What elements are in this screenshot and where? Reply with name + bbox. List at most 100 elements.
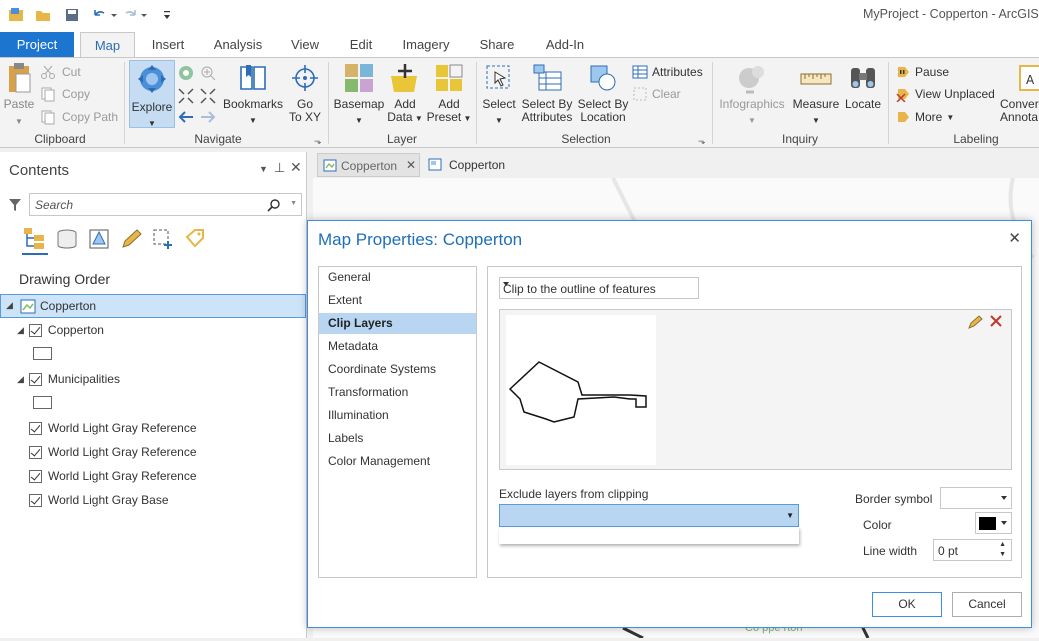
explore-button[interactable]: Explore ▼ <box>129 60 175 128</box>
search-input[interactable]: Search ▼ <box>29 193 302 216</box>
color-picker[interactable] <box>975 512 1012 534</box>
visibility-checkbox[interactable] <box>28 372 42 386</box>
decrement-icon[interactable]: ▼ <box>999 551 1006 558</box>
attributes-button[interactable]: Attributes <box>632 64 703 80</box>
measure-button[interactable]: Measure ▼ <box>790 62 842 127</box>
tab-imagery[interactable]: Imagery <box>395 32 457 57</box>
new-project-icon[interactable] <box>7 6 25 24</box>
map-row-copperton[interactable]: ◢ Copperton <box>0 294 306 318</box>
tab-project[interactable]: Project <box>0 32 74 57</box>
increment-icon[interactable]: ▲ <box>999 541 1006 548</box>
nav-item-metadata[interactable]: Metadata <box>319 336 476 357</box>
dialog-close-icon[interactable]: ✕ <box>1008 229 1021 247</box>
layer-row[interactable]: World Light Gray Reference <box>29 441 197 463</box>
nav-item-general[interactable]: General <box>319 267 476 288</box>
list-by-selection-icon[interactable] <box>88 228 110 253</box>
nav-item-coordinate-systems[interactable]: Coordinate Systems <box>319 359 476 380</box>
collapse-icon[interactable]: ◢ <box>17 374 24 385</box>
next-extent-icon[interactable] <box>199 109 217 128</box>
list-by-labeling-icon[interactable] <box>184 228 206 253</box>
layer-row[interactable]: World Light Gray Reference <box>29 465 197 487</box>
tab-edit[interactable]: Edit <box>340 32 382 57</box>
copy-path-button[interactable]: Copy Path <box>40 109 118 125</box>
close-tab-icon[interactable]: ✕ <box>406 158 416 172</box>
layer-row[interactable]: World Light Gray Base <box>29 489 169 511</box>
cut-button[interactable]: Cut <box>40 64 81 80</box>
basemap-dropdown-icon[interactable]: ▼ <box>333 114 385 127</box>
fixed-zoom-in-icon[interactable] <box>177 87 195 108</box>
zoom-in-icon[interactable] <box>199 64 217 85</box>
basemap-button[interactable]: Basemap ▼ <box>333 62 385 127</box>
list-by-snapping-icon[interactable] <box>152 228 174 253</box>
convert-to-annotation-button[interactable]: A Conver Annota <box>1000 62 1039 124</box>
infographics-dropdown-icon[interactable]: ▼ <box>716 114 788 127</box>
go-to-xy-button[interactable]: Go To XY <box>286 62 324 124</box>
cancel-button[interactable]: Cancel <box>952 592 1022 617</box>
previous-extent-icon[interactable] <box>177 109 195 128</box>
collapse-icon[interactable]: ◢ <box>17 325 24 336</box>
list-by-editing-icon[interactable] <box>120 228 142 253</box>
tab-add-in[interactable]: Add-In <box>536 32 594 57</box>
customize-toolbar-icon[interactable] <box>158 6 176 24</box>
nav-item-clip-layers[interactable]: Clip Layers <box>319 313 476 334</box>
tab-insert[interactable]: Insert <box>143 32 193 57</box>
visibility-checkbox[interactable] <box>29 469 42 483</box>
ok-button[interactable]: OK <box>872 592 942 617</box>
polygon-symbol-icon[interactable] <box>33 347 52 360</box>
view-unplaced-button[interactable]: View Unplaced <box>895 86 995 102</box>
nav-item-extent[interactable]: Extent <box>319 290 476 311</box>
select-button[interactable]: Select ▼ <box>480 62 518 127</box>
layer-row[interactable]: ◢ Copperton <box>17 319 104 341</box>
collapse-icon[interactable]: ◢ <box>6 300 13 311</box>
search-dropdown-icon[interactable]: ▼ <box>290 200 297 207</box>
paste-dropdown-icon[interactable]: ▼ <box>3 115 35 128</box>
pin-icon[interactable]: ⊥ <box>274 160 285 176</box>
select-by-location-button[interactable]: Select By Location <box>576 62 630 124</box>
nav-item-labels[interactable]: Labels <box>319 428 476 449</box>
layer-row[interactable]: ◢ Municipalities <box>17 368 120 390</box>
list-by-data-source-icon[interactable] <box>56 228 78 253</box>
measure-dropdown-icon[interactable]: ▼ <box>790 114 842 127</box>
save-icon[interactable] <box>63 6 81 24</box>
clear-button[interactable]: Clear <box>632 86 681 102</box>
bookmarks-button[interactable]: Bookmarks ▼ <box>222 62 284 127</box>
paste-button[interactable]: Paste ▼ <box>3 62 35 128</box>
clip-mode-select[interactable]: Clip to the outline of features <box>499 277 699 299</box>
add-preset-button[interactable]: Add Preset ▼ <box>426 62 472 125</box>
nav-item-transformation[interactable]: Transformation <box>319 382 476 403</box>
list-by-drawing-order-icon[interactable] <box>22 227 48 255</box>
layer-row[interactable]: World Light Gray Reference <box>29 417 197 439</box>
search-icon[interactable] <box>267 198 281 212</box>
line-width-stepper[interactable]: 0 pt ▲ ▼ <box>933 539 1012 561</box>
border-symbol-select[interactable] <box>940 487 1012 509</box>
selection-launcher-icon[interactable]: ⬎ <box>698 136 706 147</box>
undo-icon[interactable] <box>90 6 118 24</box>
exclude-layers-select[interactable]: ▼ <box>499 504 799 527</box>
navigate-launcher-icon[interactable]: ⬎ <box>314 136 322 147</box>
nav-item-illumination[interactable]: Illumination <box>319 405 476 426</box>
visibility-checkbox[interactable] <box>28 323 42 337</box>
remove-icon[interactable] <box>989 314 1003 328</box>
more-labeling-button[interactable]: More ▼ <box>895 109 954 125</box>
visibility-checkbox[interactable] <box>29 445 42 459</box>
open-folder-icon[interactable] <box>34 6 52 24</box>
pane-options-icon[interactable]: ▼ <box>259 164 268 174</box>
view-tab-copperton-1[interactable]: Copperton ✕ <box>317 153 420 177</box>
visibility-checkbox[interactable] <box>29 493 42 507</box>
fixed-zoom-out-icon[interactable] <box>199 87 217 108</box>
nav-item-color-management[interactable]: Color Management <box>319 451 476 472</box>
polygon-symbol-icon[interactable] <box>33 396 52 409</box>
infographics-button[interactable]: Infographics ▼ <box>716 62 788 127</box>
select-dropdown-icon[interactable]: ▼ <box>480 114 518 127</box>
view-tab-copperton-2[interactable]: Copperton <box>426 153 536 177</box>
select-by-attributes-button[interactable]: Select By Attributes <box>519 62 575 124</box>
add-data-button[interactable]: Add Data ▼ <box>386 62 424 125</box>
exclude-layers-dropdown-list[interactable] <box>499 527 799 544</box>
tab-view[interactable]: View <box>282 32 328 57</box>
close-pane-icon[interactable]: ✕ <box>290 159 302 176</box>
copy-button[interactable]: Copy <box>40 86 90 102</box>
explore-dropdown-icon[interactable]: ▼ <box>130 117 174 130</box>
filter-icon[interactable] <box>8 197 22 216</box>
full-extent-icon[interactable] <box>177 64 195 85</box>
tab-analysis[interactable]: Analysis <box>206 32 270 57</box>
